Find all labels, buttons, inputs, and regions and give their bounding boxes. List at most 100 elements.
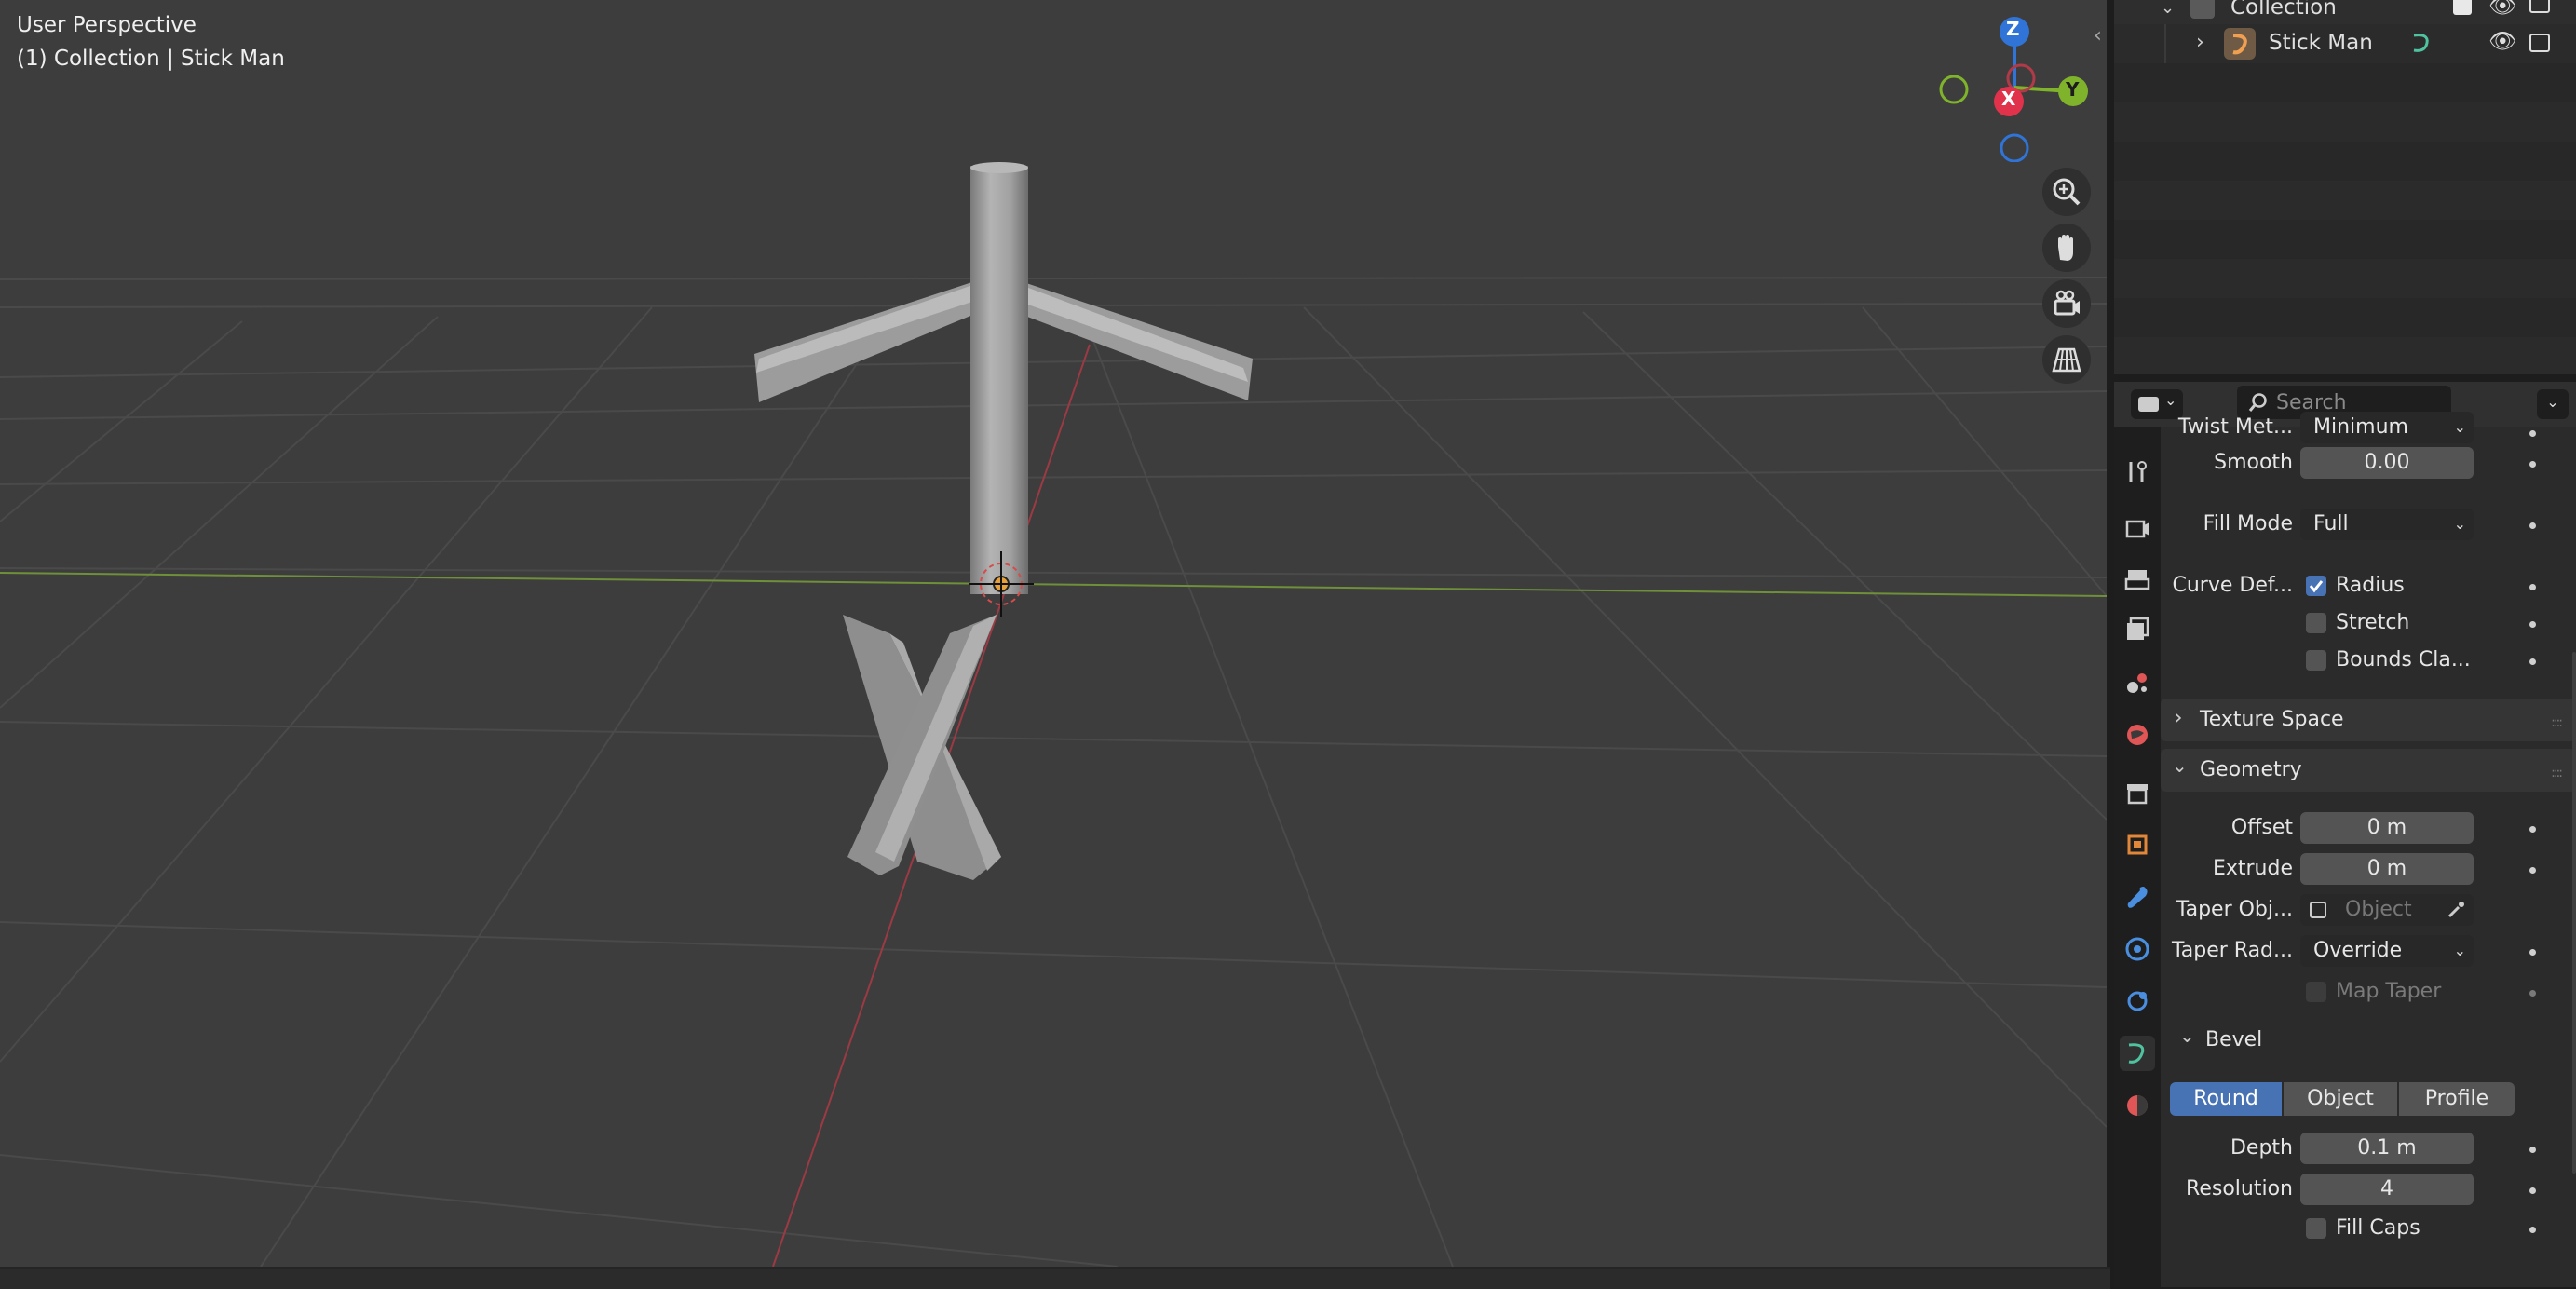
properties-editor[interactable]: ⌄ Search ⌄ Twist Met... Minimum ⌄ Smooth … [2114, 382, 2576, 1287]
tab-output[interactable] [2120, 561, 2155, 596]
gizmo-z-label[interactable]: Z [2006, 18, 2020, 40]
taper-radius-value: Override [2313, 939, 2403, 962]
3d-viewport[interactable]: User Perspective (1) Collection | Stick … [0, 0, 2107, 1267]
collection-icon [2190, 0, 2215, 19]
keyframe-dot[interactable] [2529, 430, 2536, 437]
radius-checkbox[interactable] [2306, 576, 2326, 596]
curve-data-icon [2128, 1043, 2145, 1064]
taper-object-label: Taper Obj... [2176, 898, 2293, 921]
zoom-icon[interactable] [2042, 168, 2091, 216]
tab-particles[interactable] [2120, 931, 2155, 967]
depth-field[interactable]: 0.1 m [2300, 1133, 2474, 1164]
eye-icon[interactable]: 👁 [2488, 0, 2516, 19]
bevel-mode-profile[interactable]: Profile [2399, 1082, 2515, 1116]
keyframe-dot[interactable] [2529, 1187, 2536, 1194]
search-icon [2248, 393, 2267, 412]
camera-render-icon[interactable] [2529, 34, 2550, 52]
taper-object-placeholder: Object [2345, 898, 2412, 921]
sidebar-toggle-icon[interactable]: ‹ [2094, 24, 2102, 47]
particles-icon [2125, 937, 2149, 961]
outliner-collection-label: Collection [2230, 0, 2337, 20]
pan-hand-icon[interactable] [2042, 224, 2091, 272]
properties-content: Twist Met... Minimum ⌄ Smooth 0.00 Fill M… [2161, 412, 2576, 1287]
gizmo-x-label[interactable]: X [2001, 88, 2015, 110]
geometry-panel-header[interactable]: ⌄ Geometry :::: [2161, 749, 2576, 792]
keyframe-dot[interactable] [2529, 867, 2536, 874]
outliner-panel[interactable]: ⌄ Collection 👁 › Stick Man 👁 [2114, 0, 2576, 374]
outliner-empty-rows [2114, 63, 2576, 374]
fill-caps-label: Fill Caps [2336, 1216, 2420, 1240]
properties-scrollbar[interactable] [2572, 652, 2576, 1174]
fill-mode-dropdown[interactable]: Full ⌄ [2300, 509, 2474, 540]
eye-icon[interactable]: 👁 [2488, 28, 2516, 54]
curve-data-icon[interactable] [2408, 30, 2436, 61]
texture-space-title: Texture Space [2200, 708, 2344, 731]
tab-scene[interactable] [2120, 665, 2155, 700]
tab-modifiers[interactable] [2120, 879, 2155, 915]
tab-world[interactable] [2120, 717, 2155, 753]
checkbox-exclude-icon[interactable] [2453, 0, 2472, 15]
wrench-icon [2127, 887, 2148, 908]
camera-view-icon[interactable] [2042, 279, 2091, 328]
resolution-label: Resolution [2186, 1177, 2293, 1201]
chevron-right-icon[interactable]: › [2196, 31, 2204, 54]
offset-label: Offset [2230, 816, 2293, 839]
tool-icon [2129, 461, 2147, 482]
fill-caps-checkbox[interactable] [2306, 1218, 2326, 1239]
bevel-title[interactable]: Bevel [2205, 1028, 2262, 1052]
outliner-object-label: Stick Man [2269, 31, 2373, 55]
view-layer-icon [2127, 617, 2149, 640]
offset-field[interactable]: 0 m [2300, 812, 2474, 844]
keyframe-dot[interactable] [2529, 658, 2536, 665]
stretch-checkbox[interactable] [2306, 613, 2326, 633]
keyframe-dot[interactable] [2529, 826, 2536, 833]
bevel-mode-object[interactable]: Object [2284, 1082, 2397, 1116]
resolution-field[interactable]: 4 [2300, 1174, 2474, 1205]
keyframe-dot[interactable] [2529, 621, 2536, 628]
keyframe-dot[interactable] [2529, 949, 2536, 956]
tree-line [2164, 24, 2166, 63]
radius-label: Radius [2336, 574, 2405, 597]
keyframe-dot[interactable] [2529, 584, 2536, 590]
tab-tool[interactable] [2120, 455, 2155, 490]
stretch-label: Stretch [2336, 611, 2410, 634]
tab-object-data-curve[interactable] [2120, 1036, 2155, 1071]
drag-grip-icon[interactable]: :::: [2551, 715, 2563, 730]
camera-render-icon[interactable] [2529, 0, 2550, 13]
texture-space-panel-header[interactable]: › Texture Space :::: [2161, 699, 2576, 741]
grid-ortho-icon[interactable] [2042, 335, 2091, 384]
physics-icon [2127, 991, 2148, 1011]
outliner-row-stick-man[interactable]: › Stick Man 👁 [2114, 24, 2576, 63]
chevron-down-icon: ⌄ [2453, 418, 2466, 436]
checkmark-icon [2309, 580, 2324, 593]
properties-editor-icon [2138, 397, 2159, 412]
keyframe-dot[interactable] [2529, 461, 2536, 468]
eyedropper-icon[interactable] [2446, 900, 2466, 920]
keyframe-dot[interactable] [2529, 522, 2536, 529]
taper-radius-dropdown[interactable]: Override ⌄ [2300, 935, 2474, 967]
tab-view-layer[interactable] [2120, 611, 2155, 646]
tab-material[interactable] [2120, 1088, 2155, 1123]
map-taper-checkbox[interactable] [2306, 982, 2326, 1002]
taper-object-field[interactable]: Object [2300, 894, 2474, 926]
chevron-down-icon[interactable]: ⌄ [2161, 0, 2175, 18]
options-dropdown-icon[interactable]: ⌄ [2537, 389, 2569, 419]
scene-icon [2127, 673, 2147, 693]
tab-object[interactable] [2120, 827, 2155, 862]
tab-physics[interactable] [2120, 984, 2155, 1019]
bevel-mode-round[interactable]: Round [2170, 1082, 2282, 1116]
bounds-clamp-checkbox[interactable] [2306, 650, 2326, 671]
tab-render[interactable] [2120, 510, 2155, 546]
curve-object-icon [2224, 28, 2256, 60]
material-icon [2127, 1095, 2148, 1116]
gizmo-y-label[interactable]: Y [2066, 78, 2079, 101]
keyframe-dot[interactable] [2529, 1147, 2536, 1153]
keyframe-dot[interactable] [2529, 990, 2536, 997]
drag-grip-icon[interactable]: :::: [2551, 766, 2563, 780]
keyframe-dot[interactable] [2529, 1227, 2536, 1233]
twist-method-dropdown[interactable]: Minimum ⌄ [2300, 412, 2474, 443]
extrude-field[interactable]: 0 m [2300, 853, 2474, 885]
chevron-down-icon[interactable]: ⌄ [2179, 1024, 2195, 1047]
tab-collection[interactable] [2120, 775, 2155, 810]
smooth-field[interactable]: 0.00 [2300, 447, 2474, 479]
